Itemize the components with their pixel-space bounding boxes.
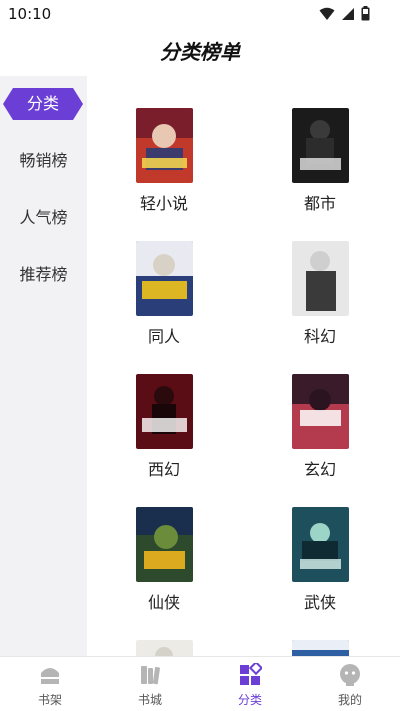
category-light-novel[interactable]: 轻小说 — [104, 76, 224, 213]
tab-bookstore[interactable]: 书城 — [100, 657, 200, 711]
tab-label: 书城 — [137, 693, 162, 707]
category-partial-item[interactable] — [104, 608, 224, 656]
book-cover — [136, 108, 193, 183]
sidebar-item-category[interactable]: 分类 — [3, 88, 83, 120]
category-fanfiction[interactable]: 同人 — [104, 209, 224, 346]
category-wuxia[interactable]: 武侠 — [260, 475, 380, 612]
category-partial-item[interactable] — [260, 608, 380, 656]
tab-bookshelf[interactable]: 书架 — [0, 657, 100, 711]
book-cover — [292, 640, 349, 656]
book-cover — [136, 241, 193, 316]
status-time: 10:10 — [8, 5, 52, 23]
sidebar-item-label: 畅销榜 — [19, 151, 68, 170]
category-xuanhuan[interactable]: 玄幻 — [260, 342, 380, 479]
category-scifi[interactable]: 科幻 — [260, 209, 380, 346]
category-xianxia[interactable]: 仙侠 — [104, 475, 224, 612]
category-grid: 轻小说 都市 同人 科幻 西幻 玄幻 仙侠 武侠 — [87, 76, 400, 656]
book-cover — [292, 507, 349, 582]
category-western-fantasy[interactable]: 西幻 — [104, 342, 224, 479]
profile-icon — [340, 664, 360, 686]
tab-label: 书架 — [37, 693, 62, 707]
tab-category[interactable]: 分类 — [200, 657, 300, 711]
bookstore-icon — [141, 666, 160, 685]
status-bar: 10:10 — [0, 0, 400, 28]
book-cover — [292, 374, 349, 449]
battery-icon — [361, 6, 370, 21]
sidebar-item-label: 推荐榜 — [19, 265, 68, 284]
book-cover — [292, 108, 349, 183]
book-cover — [292, 241, 349, 316]
tab-label: 我的 — [337, 693, 362, 707]
status-icons — [319, 6, 370, 21]
sidebar-item-label: 分类 — [26, 94, 59, 113]
category-icon — [240, 663, 262, 685]
tab-profile[interactable]: 我的 — [300, 657, 400, 711]
wifi-icon — [319, 7, 335, 20]
bookshelf-icon — [41, 668, 59, 684]
tab-label: 分类 — [237, 693, 262, 707]
category-sidebar: 分类 畅销榜 人气榜 推荐榜 — [0, 76, 87, 656]
sidebar-item-label: 人气榜 — [19, 208, 68, 227]
bottom-tab-bar: 书架 书城 分类 我的 — [0, 656, 400, 711]
book-cover — [136, 507, 193, 582]
book-cover — [136, 640, 193, 656]
sidebar-item-popular[interactable]: 人气榜 — [0, 202, 87, 234]
category-urban[interactable]: 都市 — [260, 76, 380, 213]
sidebar-item-bestseller[interactable]: 畅销榜 — [0, 145, 87, 177]
book-cover — [136, 374, 193, 449]
sidebar-item-recommended[interactable]: 推荐榜 — [0, 259, 87, 291]
signal-icon — [342, 7, 354, 20]
page-title: 分类榜单 — [160, 40, 240, 64]
